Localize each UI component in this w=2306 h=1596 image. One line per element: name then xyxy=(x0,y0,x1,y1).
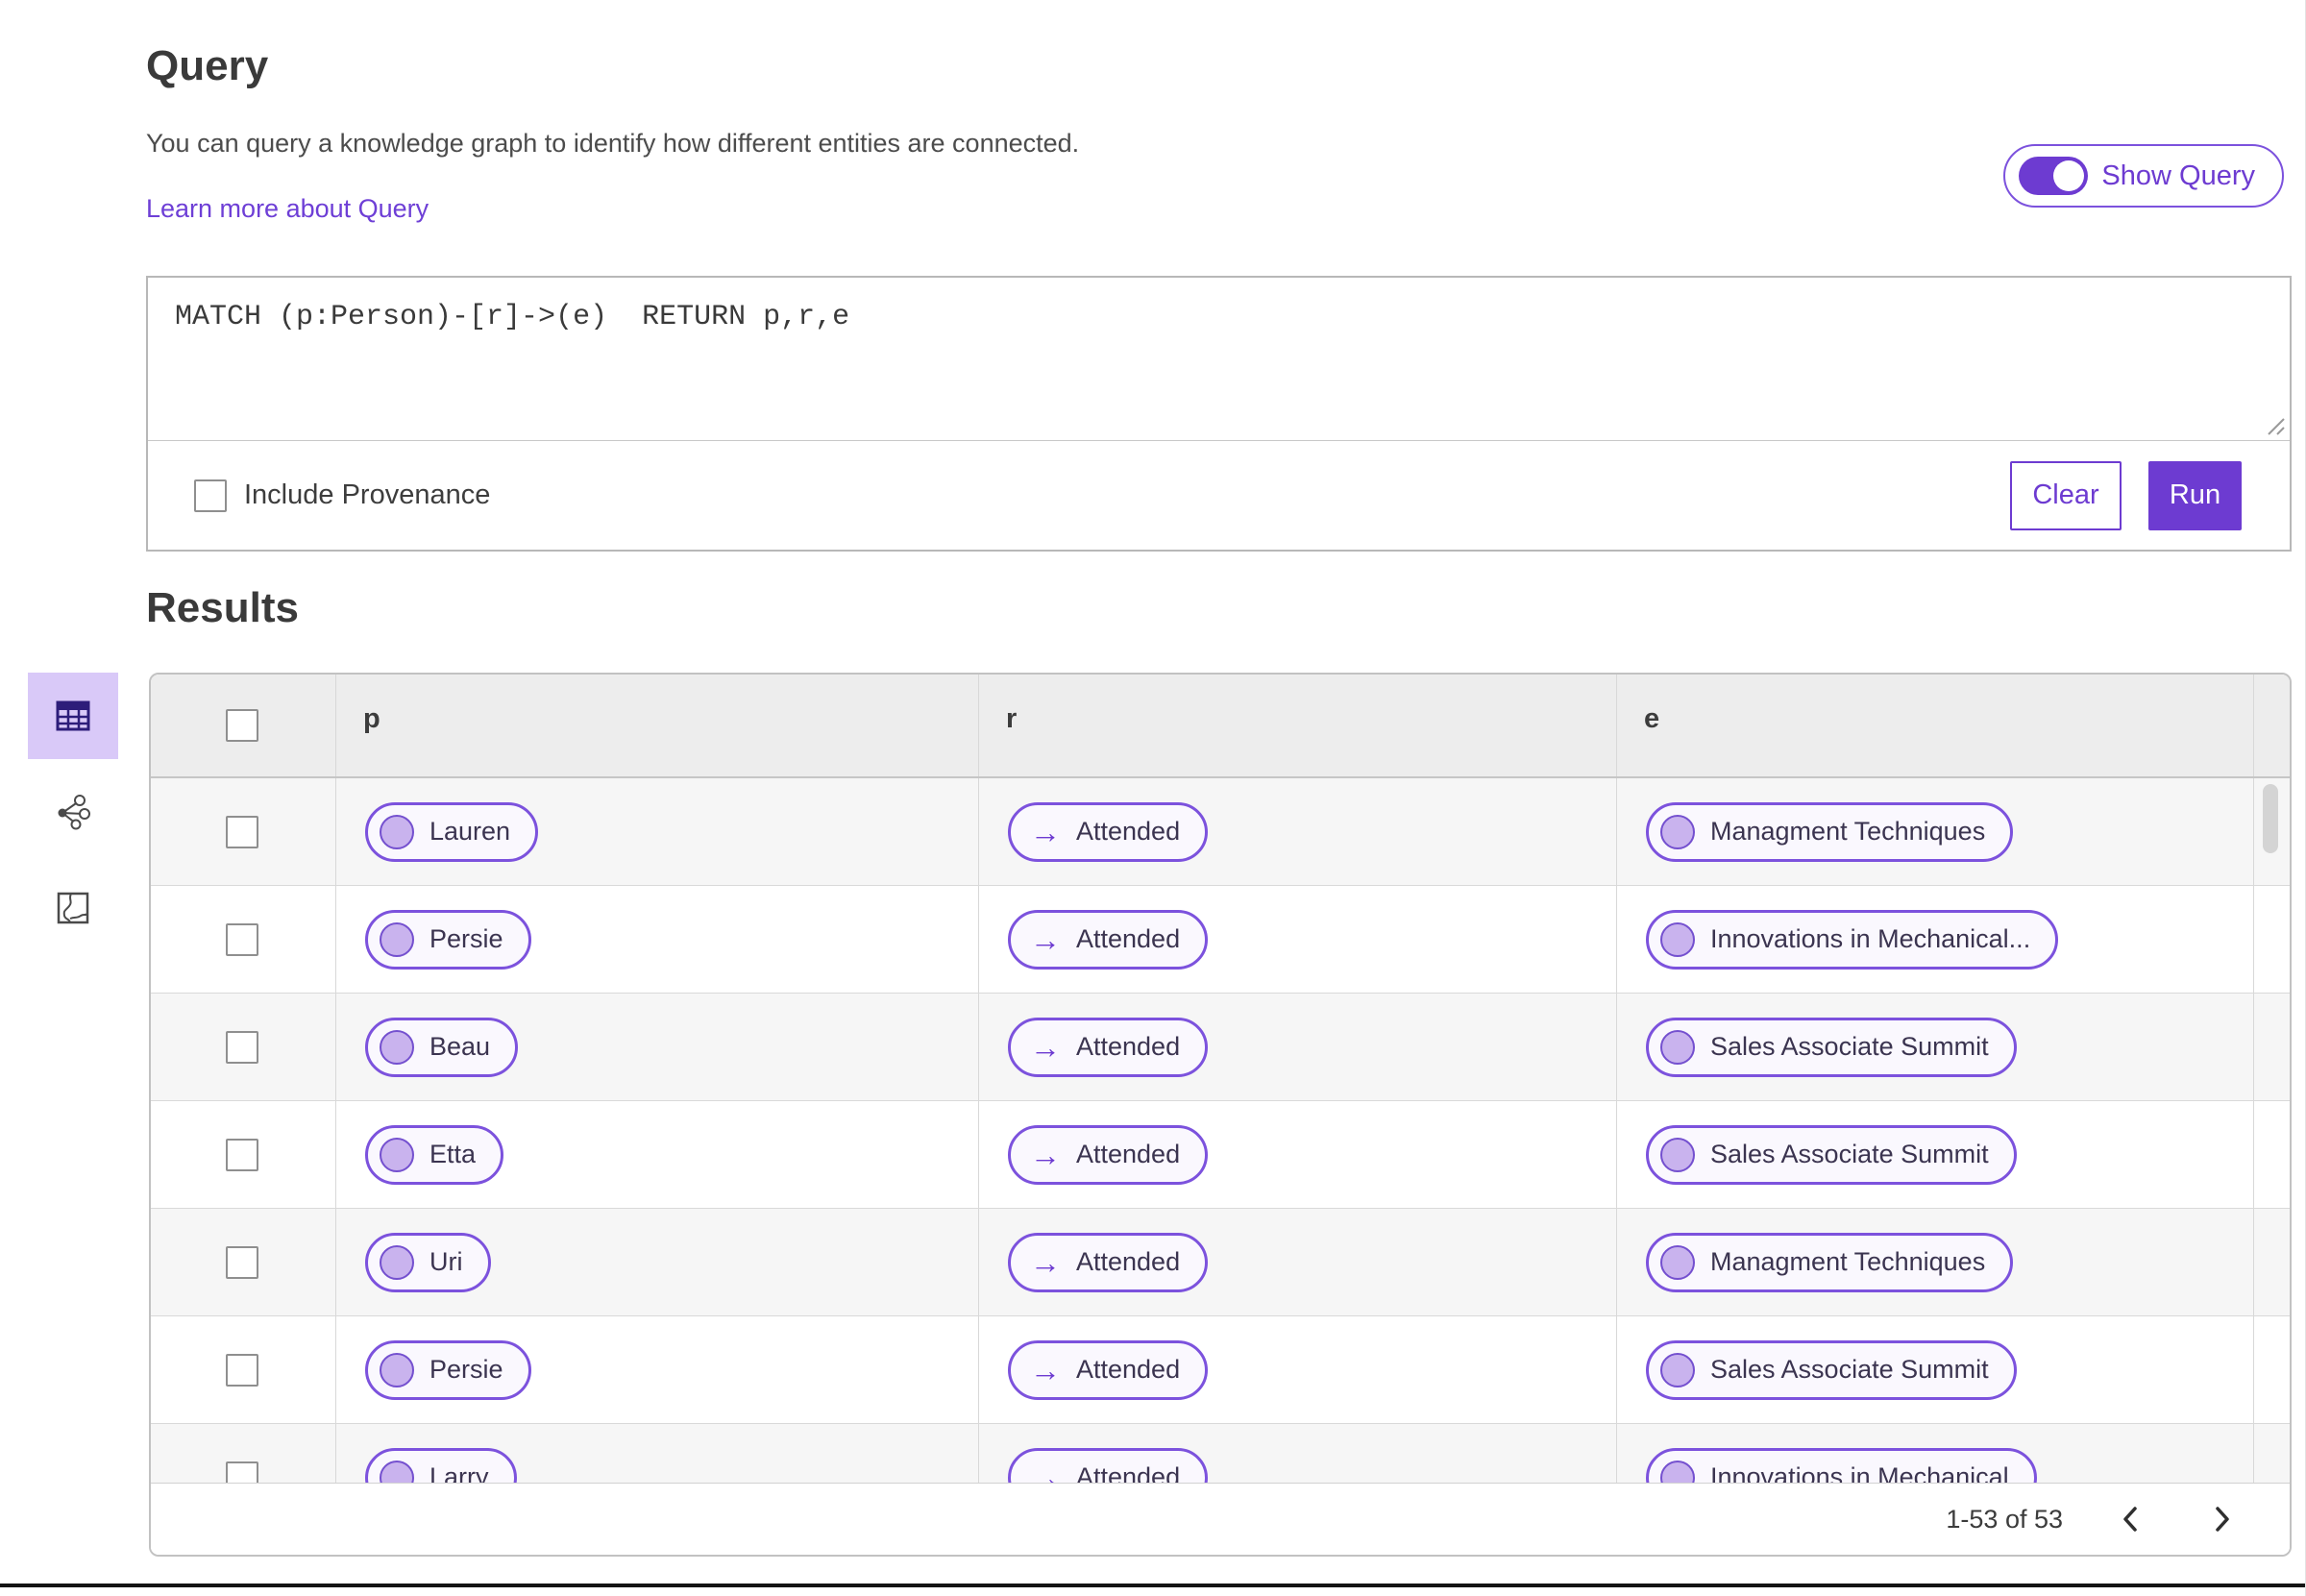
arrow-right-icon: → xyxy=(1030,1244,1061,1280)
node-circle-icon xyxy=(1660,1137,1695,1172)
column-header-p: p xyxy=(363,703,380,734)
node-circle-icon xyxy=(380,1244,414,1280)
chevron-left-icon xyxy=(2123,1507,2137,1532)
entity-pill-e[interactable]: Sales Associate Summit xyxy=(1646,1339,2017,1400)
entity-pill-p[interactable]: Uri xyxy=(365,1232,491,1292)
pagination-range-label: 1-53 of 53 xyxy=(1946,1504,2063,1534)
arrow-right-icon: → xyxy=(1030,1352,1061,1387)
entity-pill-e[interactable]: Managment Techniques xyxy=(1646,801,2014,862)
node-circle-icon xyxy=(380,1137,414,1172)
learn-more-link[interactable]: Learn more about Query xyxy=(146,194,429,224)
table-icon xyxy=(56,700,90,731)
results-table: p r e Lauren → Attended Managment Techni… xyxy=(149,673,2292,1557)
column-header-e: e xyxy=(1644,703,1660,734)
next-page-button[interactable] xyxy=(2197,1494,2247,1544)
row-checkbox[interactable] xyxy=(226,1138,258,1171)
table-row: Persie → Attended Innovations in Mechani… xyxy=(151,886,2290,994)
clear-button[interactable]: Clear xyxy=(2010,460,2122,530)
previous-page-button[interactable] xyxy=(2105,1494,2155,1544)
node-circle-icon xyxy=(1660,1352,1695,1387)
resize-handle-icon[interactable] xyxy=(2263,413,2286,436)
table-row: Larry → Attended Innovations in Mechanic… xyxy=(151,1424,2290,1483)
table-body: Lauren → Attended Managment Techniques P… xyxy=(151,778,2290,1483)
query-panel: MATCH (p:Person)-[r]->(e) RETURN p,r,e I… xyxy=(146,276,2292,552)
entity-pill-e[interactable]: Innovations in Mechanical... xyxy=(1646,909,2059,970)
column-header-r: r xyxy=(1006,703,1018,734)
vertical-scrollbar[interactable] xyxy=(2263,784,2278,853)
entity-pill-p[interactable]: Persie xyxy=(365,1339,531,1400)
entity-pill-e[interactable]: Sales Associate Summit xyxy=(1646,1124,2017,1185)
graph-network-icon xyxy=(58,795,90,830)
arrow-right-icon: → xyxy=(1030,921,1061,957)
table-row: Beau → Attended Sales Associate Summit xyxy=(151,994,2290,1101)
arrow-right-icon: → xyxy=(1030,1460,1061,1484)
row-checkbox[interactable] xyxy=(226,1353,258,1387)
window-bottom-edge xyxy=(0,1584,2305,1587)
relation-pill[interactable]: → Attended xyxy=(1008,909,1209,970)
row-checkbox[interactable] xyxy=(226,1030,258,1064)
row-checkbox[interactable] xyxy=(226,1245,258,1279)
row-checkbox[interactable] xyxy=(226,815,258,848)
map-view-button[interactable] xyxy=(28,865,118,951)
relation-pill[interactable]: → Attended xyxy=(1008,1124,1209,1185)
node-circle-icon xyxy=(380,921,414,957)
graph-view-button[interactable] xyxy=(28,769,118,855)
node-circle-icon xyxy=(380,814,414,849)
entity-pill-p[interactable]: Etta xyxy=(365,1124,504,1185)
node-circle-icon xyxy=(1660,1029,1695,1065)
node-circle-icon xyxy=(380,1029,414,1065)
node-circle-icon xyxy=(380,1352,414,1387)
toggle-knob xyxy=(2053,160,2085,191)
table-row: Etta → Attended Sales Associate Summit xyxy=(151,1101,2290,1209)
table-row: Uri → Attended Managment Techniques xyxy=(151,1209,2290,1316)
chevron-right-icon xyxy=(2216,1507,2229,1532)
relation-pill[interactable]: → Attended xyxy=(1008,1017,1209,1077)
query-input[interactable]: MATCH (p:Person)-[r]->(e) RETURN p,r,e xyxy=(148,278,2290,440)
entity-pill-e[interactable]: Innovations in Mechanical xyxy=(1646,1447,2037,1483)
relation-pill[interactable]: → Attended xyxy=(1008,801,1209,862)
entity-pill-e[interactable]: Sales Associate Summit xyxy=(1646,1017,2017,1077)
query-editor: MATCH (p:Person)-[r]->(e) RETURN p,r,e xyxy=(148,278,2290,441)
include-provenance-label: Include Provenance xyxy=(244,479,491,510)
arrow-right-icon: → xyxy=(1030,814,1061,849)
relation-pill[interactable]: → Attended xyxy=(1008,1232,1209,1292)
table-row: Lauren → Attended Managment Techniques xyxy=(151,778,2290,886)
page-title: Query xyxy=(146,42,269,89)
query-description: You can query a knowledge graph to ident… xyxy=(146,129,1080,158)
arrow-right-icon: → xyxy=(1030,1029,1061,1065)
table-view-button[interactable] xyxy=(28,673,118,759)
node-circle-icon xyxy=(1660,1244,1695,1280)
show-query-label: Show Query xyxy=(2101,160,2255,191)
row-checkbox[interactable] xyxy=(226,1461,258,1483)
query-panel-footer: Include Provenance Clear Run xyxy=(148,441,2290,550)
select-all-checkbox[interactable] xyxy=(226,709,258,742)
relation-pill[interactable]: → Attended xyxy=(1008,1447,1209,1484)
results-view-switcher xyxy=(28,673,118,951)
entity-pill-p[interactable]: Lauren xyxy=(365,801,539,862)
table-header-row: p r e xyxy=(151,675,2290,778)
show-query-toggle-button[interactable]: Show Query xyxy=(2003,144,2284,208)
query-page: Query You can query a knowledge graph to… xyxy=(0,0,2306,1596)
node-circle-icon xyxy=(380,1460,414,1483)
map-icon xyxy=(57,892,89,924)
row-checkbox[interactable] xyxy=(226,922,258,956)
arrow-right-icon: → xyxy=(1030,1137,1061,1172)
entity-pill-e[interactable]: Managment Techniques xyxy=(1646,1232,2014,1292)
results-title: Results xyxy=(146,584,299,631)
node-circle-icon xyxy=(1660,1460,1695,1483)
table-row: Persie → Attended Sales Associate Summit xyxy=(151,1316,2290,1424)
node-circle-icon xyxy=(1660,921,1695,957)
toggle-switch-icon[interactable] xyxy=(2019,157,2089,195)
run-button[interactable]: Run xyxy=(2148,460,2242,530)
relation-pill[interactable]: → Attended xyxy=(1008,1339,1209,1400)
entity-pill-p[interactable]: Beau xyxy=(365,1017,519,1077)
node-circle-icon xyxy=(1660,814,1695,849)
include-provenance-checkbox[interactable] xyxy=(194,479,227,512)
entity-pill-p[interactable]: Persie xyxy=(365,909,531,970)
entity-pill-p[interactable]: Larry xyxy=(365,1447,517,1483)
pagination-bar: 1-53 of 53 xyxy=(151,1483,2290,1555)
